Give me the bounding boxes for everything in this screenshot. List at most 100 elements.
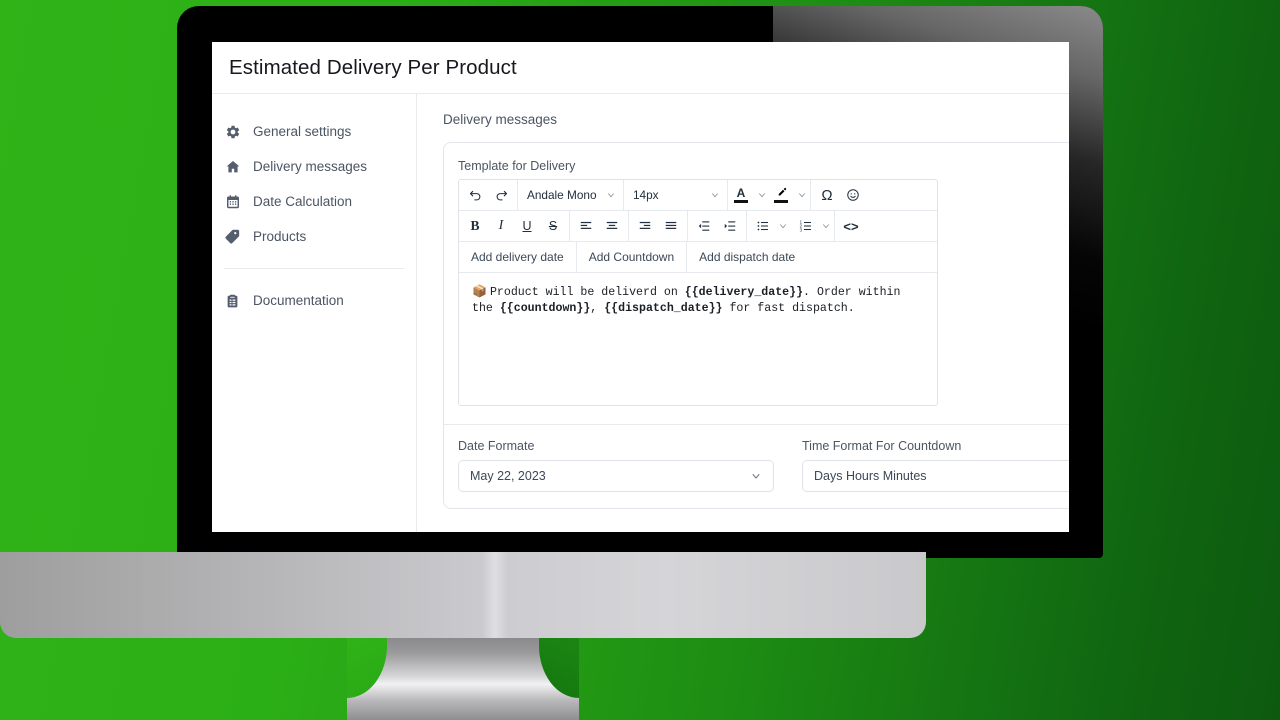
date-format-label: Date Formate (458, 439, 535, 453)
highlight-color-control[interactable] (771, 182, 807, 208)
sidebar-item-label: Date Calculation (253, 194, 353, 209)
time-format-label: Time Format For Countdown (802, 439, 962, 453)
outdent-icon[interactable] (691, 213, 717, 239)
italic-icon[interactable]: I (488, 213, 514, 239)
time-format-value: Days Hours Minutes (814, 469, 927, 483)
delivery-template-card: Template for Delivery Andale Mono 14px A… (443, 142, 1069, 509)
chevron-down-icon (750, 470, 762, 482)
app-window: Estimated Delivery Per Product General s… (212, 42, 1069, 532)
date-format-value: May 22, 2023 (470, 469, 546, 483)
align-right-icon[interactable] (632, 213, 658, 239)
font-family-value: Andale Mono (527, 188, 597, 202)
font-family-select[interactable]: Andale Mono (518, 179, 624, 211)
sidebar-item-label: Delivery messages (253, 159, 368, 174)
text-style-group: B I U S (459, 210, 570, 242)
underline-icon[interactable]: U (514, 213, 540, 239)
strikethrough-icon[interactable]: S (540, 213, 566, 239)
align-group-2 (629, 210, 688, 242)
code-group: <> (835, 211, 867, 242)
tag-icon (224, 228, 241, 245)
indent-group (688, 210, 747, 242)
sidebar-item-delivery-messages[interactable]: Delivery messages (212, 149, 416, 184)
history-group (459, 179, 518, 211)
add-delivery-date-button[interactable]: Add delivery date (459, 242, 577, 272)
italic-glyph: I (498, 218, 504, 233)
indent-icon[interactable] (717, 213, 743, 239)
chevron-down-icon[interactable] (797, 190, 807, 200)
special-character-icon[interactable]: Ω (814, 182, 840, 208)
insert-group: Ω (811, 180, 869, 211)
sidebar-item-label: General settings (253, 124, 352, 139)
editor-content-area[interactable]: 📦 Product will be deliverd on {{delivery_… (459, 273, 937, 405)
editor-shortcut-row: Add delivery date Add Countdown Add disp… (459, 242, 937, 273)
strikethrough-glyph: S (548, 219, 558, 233)
chevron-down-icon (710, 190, 720, 200)
time-format-select[interactable]: Days Hours Minutes (802, 460, 1069, 492)
date-format-field: Date Formate May 22, 2023 (458, 439, 774, 492)
align-left-icon[interactable] (573, 213, 599, 239)
code-glyph: <> (843, 218, 859, 234)
align-group-1 (570, 210, 629, 242)
scene: Estimated Delivery Per Product General s… (0, 0, 1280, 720)
home-icon (224, 158, 241, 175)
undo-icon[interactable] (462, 182, 488, 208)
align-center-icon[interactable] (599, 213, 625, 239)
numbered-list-icon[interactable]: 123 (793, 213, 819, 239)
text-color-swatch (734, 199, 748, 203)
sidebar-item-documentation[interactable]: Documentation (212, 283, 416, 318)
editor-toolbar-row-2: B I U S 1 2 3 <> (459, 210, 937, 242)
text-color-control[interactable]: A (731, 182, 767, 208)
monitor: Estimated Delivery Per Product General s… (177, 6, 1103, 558)
numbered-list-control[interactable]: 123 (793, 213, 831, 239)
font-size-value: 14px (633, 188, 659, 202)
source-code-icon[interactable]: <> (838, 213, 864, 239)
add-countdown-button[interactable]: Add Countdown (577, 242, 688, 272)
app-body: General settings Delivery messages Date … (212, 94, 1069, 532)
font-size-select[interactable]: 14px (624, 179, 728, 211)
format-options-row: Date Formate May 22, 2023 Time Format Fo… (458, 425, 1069, 508)
page-title: Estimated Delivery Per Product (229, 55, 517, 79)
sidebar: General settings Delivery messages Date … (212, 94, 417, 532)
highlight-color-swatch (774, 200, 788, 203)
date-format-select[interactable]: May 22, 2023 (458, 460, 774, 492)
editor-toolbar-row-1: Andale Mono 14px A Ω (459, 179, 937, 211)
bullet-list-control[interactable] (750, 213, 788, 239)
sidebar-item-date-calculation[interactable]: Date Calculation (212, 184, 416, 219)
chin-highlight (481, 552, 508, 638)
calendar-icon (224, 193, 241, 210)
sidebar-item-products[interactable]: Products (212, 219, 416, 254)
monitor-screen: Estimated Delivery Per Product General s… (212, 42, 1069, 532)
bold-icon[interactable]: B (462, 213, 488, 239)
emoji-icon[interactable] (840, 182, 866, 208)
highlight-color-icon[interactable] (771, 182, 791, 208)
chevron-down-icon[interactable] (778, 221, 788, 231)
content-area: Delivery messages Template for Delivery (417, 94, 1069, 532)
sidebar-item-label: Documentation (253, 293, 344, 308)
color-group: A (728, 179, 811, 211)
text-color-letter: A (736, 185, 746, 200)
chevron-down-icon[interactable] (757, 190, 767, 200)
omega-glyph: Ω (821, 186, 833, 204)
sidebar-divider (224, 268, 404, 269)
align-justify-icon[interactable] (658, 213, 684, 239)
time-format-field: Time Format For Countdown Days Hours Min… (802, 439, 1069, 492)
app-titlebar: Estimated Delivery Per Product (212, 42, 1069, 94)
monitor-chin (0, 552, 926, 638)
chevron-down-icon[interactable] (821, 221, 831, 231)
package-emoji-icon: 📦 (472, 285, 487, 299)
text-color-icon[interactable]: A (731, 182, 751, 208)
chevron-down-icon (606, 190, 616, 200)
sidebar-item-general-settings[interactable]: General settings (212, 114, 416, 149)
list-group: 123 (747, 210, 835, 242)
template-field-label: Template for Delivery (458, 159, 576, 173)
gear-icon (224, 123, 241, 140)
editor-body-text: Product will be deliverd on {{delivery_d… (472, 286, 901, 315)
clipboard-icon (224, 292, 241, 309)
redo-icon[interactable] (488, 182, 514, 208)
add-dispatch-date-button[interactable]: Add dispatch date (687, 242, 807, 272)
underline-glyph: U (522, 219, 532, 233)
bold-glyph: B (470, 218, 480, 233)
sidebar-item-label: Products (253, 229, 307, 244)
rich-text-editor: Andale Mono 14px A Ω B I U S 1 2 3 <> Ad… (458, 179, 938, 406)
bullet-list-icon[interactable] (750, 213, 776, 239)
